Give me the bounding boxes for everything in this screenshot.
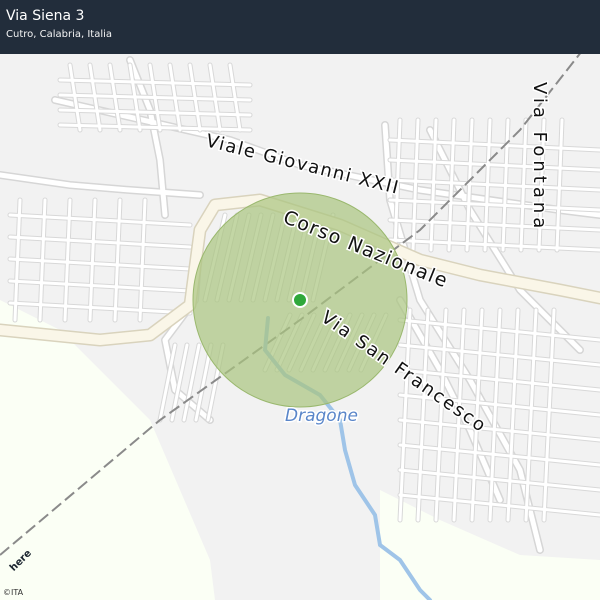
street-label-via-fontana: Via Fontana xyxy=(529,82,550,232)
place-header: Via Siena 3 Cutro, Calabria, Italia xyxy=(0,0,600,54)
place-title: Via Siena 3 xyxy=(6,8,85,24)
map-copyright: ©ITA xyxy=(3,588,24,597)
location-marker-icon[interactable] xyxy=(292,292,308,308)
map-canvas[interactable]: Viale Giovanni XXII Corso Nazionale Via … xyxy=(0,0,600,600)
water-label-dragone: Dragone xyxy=(285,406,358,426)
map-view[interactable]: Viale Giovanni XXII Corso Nazionale Via … xyxy=(0,0,600,600)
place-subtitle: Cutro, Calabria, Italia xyxy=(6,29,113,40)
